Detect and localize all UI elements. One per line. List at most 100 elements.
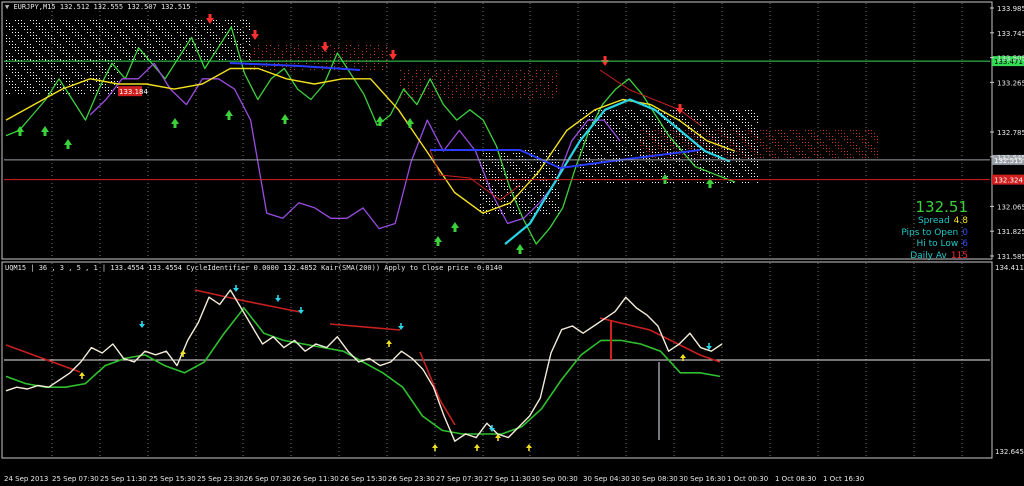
cloud-dot	[733, 167, 734, 168]
cloud-dot	[153, 50, 154, 51]
cloud-dot	[592, 137, 593, 138]
cloud-dot	[36, 78, 37, 79]
cloud-dot	[583, 128, 584, 129]
cloud-dot	[102, 44, 103, 45]
cloud-dot	[739, 134, 740, 135]
cloud-dot	[625, 155, 626, 156]
cloud-dot	[580, 137, 581, 138]
cloud-dot	[468, 97, 469, 98]
cloud-dot	[667, 131, 668, 132]
dropdown-icon[interactable]: ▼	[5, 3, 9, 11]
cloud-dot	[60, 69, 61, 70]
cloud-dot	[586, 125, 587, 126]
cloud-dot	[69, 69, 70, 70]
cloud-dot	[12, 26, 13, 27]
cloud-dot	[619, 146, 620, 147]
cloud-dot	[231, 20, 232, 21]
cloud-dot	[342, 57, 343, 58]
cloud-dot	[63, 50, 64, 51]
cloud-dot	[793, 157, 794, 158]
cloud-dot	[486, 183, 487, 184]
cloud-dot	[540, 165, 541, 166]
cloud-dot	[676, 140, 677, 141]
info-label: Pips to Open	[901, 227, 959, 238]
cloud-dot	[643, 152, 644, 153]
cloud-dot	[712, 139, 713, 140]
osc-down-arrow-icon	[139, 321, 145, 328]
cloud-dot	[546, 180, 547, 181]
cloud-dot	[721, 143, 722, 144]
cloud-dot	[81, 53, 82, 54]
cloud-dot	[15, 87, 16, 88]
cloud-dot	[249, 56, 250, 57]
cloud-dot	[607, 167, 608, 168]
cloud-dot	[540, 210, 541, 211]
cloud-dot	[649, 161, 650, 162]
indicator-header: UQM15 | 36 , 3 , 5 , 1 | 133.4554 133.45…	[5, 264, 503, 272]
cloud-dot	[207, 41, 208, 42]
cloud-dot	[694, 176, 695, 177]
cloud-dot	[712, 157, 713, 158]
cloud-dot	[628, 128, 629, 129]
cloud-dot	[844, 151, 845, 152]
cloud-dot	[658, 167, 659, 168]
cloud-dot	[706, 131, 707, 132]
cloud-dot	[510, 174, 511, 175]
cloud-dot	[69, 84, 70, 85]
cloud-dot	[90, 75, 91, 76]
cloud-dot	[57, 66, 58, 67]
cloud-dot	[540, 195, 541, 196]
cloud-dot	[808, 130, 809, 131]
cloud-dot	[727, 176, 728, 177]
cloud-dot	[6, 53, 7, 54]
cloud-dot	[424, 76, 425, 77]
cloud-dot	[12, 41, 13, 42]
cloud-dot	[838, 148, 839, 149]
cloud-dot	[604, 176, 605, 177]
cloud-dot	[676, 136, 677, 137]
symbol-label: EURJPY,M15	[13, 3, 56, 11]
cloud-dot	[69, 26, 70, 27]
cloud-dot	[670, 164, 671, 165]
cloud-dot	[625, 122, 626, 123]
cloud-dot	[667, 122, 668, 123]
cloud-dot	[631, 173, 632, 174]
cloud-dot	[536, 91, 537, 92]
cloud-dot	[757, 119, 758, 120]
cloud-dot	[78, 90, 79, 91]
cloud-dot	[15, 44, 16, 45]
cloud-dot	[772, 142, 773, 143]
cloud-dot	[661, 136, 662, 137]
cloud-dot	[525, 204, 526, 205]
cloud-dot	[18, 53, 19, 54]
cloud-dot	[42, 59, 43, 60]
cloud-dot	[522, 156, 523, 157]
x-tick-label: 30 Sep 04:30	[583, 475, 630, 483]
cloud-dot	[63, 53, 64, 54]
cloud-dot	[258, 45, 259, 46]
cloud-dot	[520, 97, 521, 98]
cloud-dot	[534, 171, 535, 172]
cloud-dot	[655, 130, 656, 131]
cloud-dot	[314, 54, 315, 55]
cloud-dot	[342, 66, 343, 67]
cloud-dot	[631, 146, 632, 147]
cloud-dot	[685, 119, 686, 120]
cloud-dot	[826, 133, 827, 134]
cloud-dot	[18, 93, 19, 94]
cloud-dot	[81, 26, 82, 27]
cloud-dot	[694, 119, 695, 120]
cloud-dot	[829, 139, 830, 140]
x-tick-label: 25 Sep 07:30	[52, 475, 99, 483]
cloud-dot	[727, 116, 728, 117]
x-tick-label: 24 Sep 2013	[4, 475, 48, 483]
cloud-dot	[580, 182, 581, 183]
cloud-dot	[739, 136, 740, 137]
cloud-dot	[63, 20, 64, 21]
x-tick-label: 26 Sep 15:30	[340, 475, 387, 483]
cloud-dot	[204, 23, 205, 24]
cloud-dot	[640, 125, 641, 126]
cloud-dot	[18, 63, 19, 64]
cloud-dot	[186, 41, 187, 42]
cloud-dot	[117, 29, 118, 30]
